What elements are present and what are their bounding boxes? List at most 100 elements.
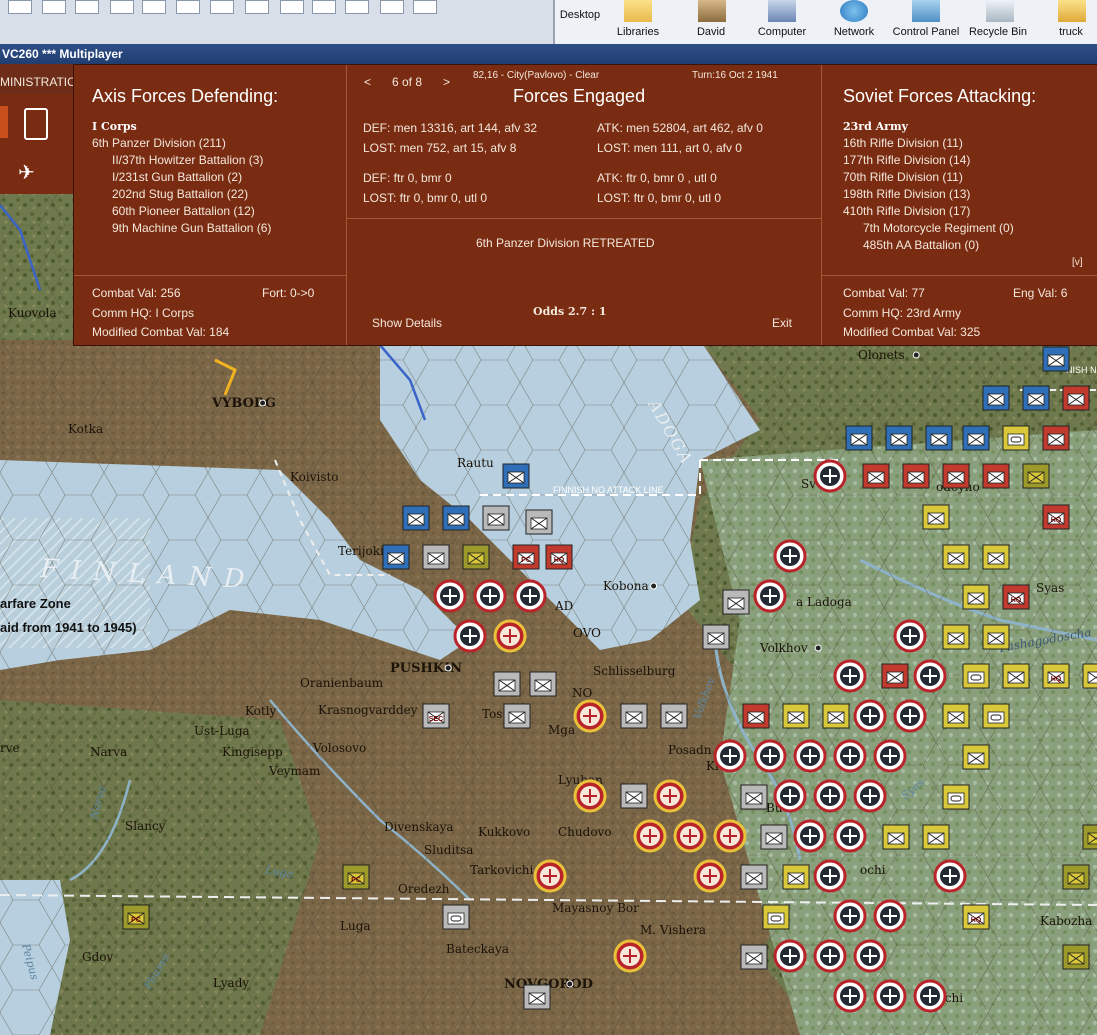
control-panel-icon[interactable] [912, 0, 940, 22]
unit-counter[interactable]: HQ [1042, 504, 1070, 530]
unit-counter[interactable]: PC [122, 904, 150, 930]
unit-counter[interactable] [702, 624, 730, 650]
unit-counter[interactable]: SEC [422, 703, 450, 729]
unit-counter[interactable] [1002, 663, 1030, 689]
unit-counter[interactable] [922, 824, 950, 850]
air-unit-counter[interactable] [853, 939, 887, 973]
recycle-bin-shortcut-label[interactable]: Recycle Bin [958, 26, 1038, 38]
air-unit-counter[interactable] [853, 779, 887, 813]
unit-counter[interactable] [902, 463, 930, 489]
unit-counter[interactable] [942, 784, 970, 810]
defender-unit[interactable]: 202nd Stug Battalion (22) [92, 186, 271, 203]
air-unit-counter[interactable] [813, 939, 847, 973]
unit-counter[interactable] [1082, 824, 1097, 850]
unit-counter[interactable] [1062, 944, 1090, 970]
next-combat-button[interactable]: > [443, 75, 450, 89]
unit-counter[interactable] [982, 463, 1010, 489]
unit-counter[interactable] [962, 425, 990, 451]
unit-counter[interactable] [742, 703, 770, 729]
air-unit-counter[interactable] [933, 859, 967, 893]
desktop-toolbar-label[interactable]: Desktop [540, 9, 620, 21]
unit-counter[interactable] [620, 703, 648, 729]
air-unit-counter[interactable] [473, 579, 507, 613]
air-unit-counter[interactable] [573, 779, 607, 813]
air-unit-counter[interactable] [533, 859, 567, 893]
previous-combat-button[interactable]: < [364, 75, 371, 89]
air-unit-counter[interactable] [813, 859, 847, 893]
unit-counter[interactable] [442, 505, 470, 531]
unit-counter[interactable] [942, 624, 970, 650]
airstrike-icon[interactable]: ✈ [18, 160, 52, 186]
air-unit-counter[interactable] [713, 739, 747, 773]
recycle-bin-icon[interactable] [986, 0, 1014, 22]
unit-counter[interactable] [442, 904, 470, 930]
unit-counter[interactable]: HQ [1042, 663, 1070, 689]
air-unit-counter[interactable] [873, 899, 907, 933]
clipboard-icon[interactable] [24, 108, 48, 140]
defender-unit[interactable]: I/231st Gun Battalion (2) [92, 169, 271, 186]
unit-counter[interactable] [1042, 346, 1070, 372]
unit-counter[interactable] [1082, 663, 1097, 689]
air-unit-counter[interactable] [513, 579, 547, 613]
libraries-icon[interactable] [624, 0, 652, 22]
quick-launch-icon[interactable] [110, 0, 134, 14]
quick-launch-icon[interactable] [413, 0, 437, 14]
defender-unit[interactable]: 9th Machine Gun Battalion (6) [92, 220, 271, 237]
attacker-unit[interactable]: 7th Motorcycle Regiment (0) [843, 220, 1014, 237]
expand-list-toggle[interactable]: [v] [1072, 257, 1083, 268]
unit-counter[interactable] [529, 671, 557, 697]
unit-counter[interactable] [660, 703, 688, 729]
quick-launch-icon[interactable] [280, 0, 304, 14]
toolbar-button[interactable] [0, 106, 8, 138]
air-unit-counter[interactable] [833, 819, 867, 853]
computer-shortcut-label[interactable]: Computer [742, 26, 822, 38]
quick-launch-icon[interactable] [75, 0, 99, 14]
libraries-shortcut-label[interactable]: Libraries [598, 26, 678, 38]
unit-counter[interactable] [962, 584, 990, 610]
unit-counter[interactable] [482, 505, 510, 531]
air-unit-counter[interactable] [693, 859, 727, 893]
air-unit-counter[interactable] [653, 779, 687, 813]
unit-counter[interactable] [962, 744, 990, 770]
unit-counter[interactable] [402, 505, 430, 531]
unit-counter[interactable] [1022, 463, 1050, 489]
quick-launch-icon[interactable] [176, 0, 200, 14]
quick-launch-icon[interactable] [380, 0, 404, 14]
unit-counter[interactable] [982, 385, 1010, 411]
attacker-unit[interactable]: 16th Rifle Division (11) [843, 135, 1014, 152]
unit-counter[interactable] [982, 624, 1010, 650]
air-unit-counter[interactable] [713, 819, 747, 853]
air-unit-counter[interactable] [453, 619, 487, 653]
air-unit-counter[interactable] [433, 579, 467, 613]
unit-counter[interactable] [1002, 425, 1030, 451]
unit-counter[interactable] [782, 703, 810, 729]
air-unit-counter[interactable] [773, 939, 807, 973]
administration-tab[interactable]: MINISTRATIO [0, 64, 73, 94]
unit-counter[interactable] [462, 544, 490, 570]
air-unit-counter[interactable] [753, 739, 787, 773]
air-unit-counter[interactable] [913, 659, 947, 693]
attacker-unit[interactable]: 410th Rifle Division (17) [843, 203, 1014, 220]
computer-icon[interactable] [768, 0, 796, 22]
air-unit-counter[interactable] [833, 659, 867, 693]
unit-counter[interactable] [382, 544, 410, 570]
unit-counter[interactable] [525, 509, 553, 535]
show-details-button[interactable]: Show Details [372, 316, 442, 330]
air-unit-counter[interactable] [773, 539, 807, 573]
defender-unit[interactable]: 6th Panzer Division (211) [92, 135, 271, 152]
air-unit-counter[interactable] [833, 979, 867, 1013]
unit-counter[interactable] [782, 864, 810, 890]
unit-counter[interactable] [962, 663, 990, 689]
unit-counter[interactable] [1042, 425, 1070, 451]
unit-counter[interactable] [925, 425, 953, 451]
attacker-unit[interactable]: 198th Rifle Division (13) [843, 186, 1014, 203]
unit-counter[interactable] [503, 703, 531, 729]
air-unit-counter[interactable] [873, 739, 907, 773]
attacker-unit[interactable]: 485th AA Battalion (0) [843, 237, 1014, 254]
air-unit-counter[interactable] [773, 779, 807, 813]
attacker-unit[interactable]: 70th Rifle Division (11) [843, 169, 1014, 186]
unit-counter[interactable] [493, 671, 521, 697]
defender-unit[interactable]: II/37th Howitzer Battalion (3) [92, 152, 271, 169]
unit-counter[interactable] [740, 944, 768, 970]
unit-counter[interactable] [982, 703, 1010, 729]
